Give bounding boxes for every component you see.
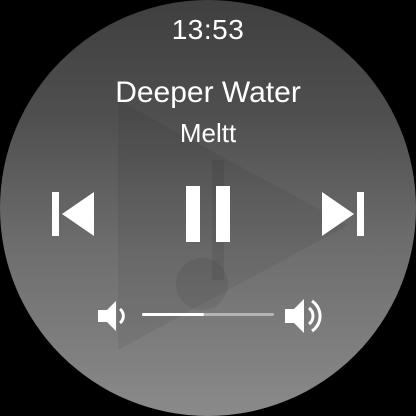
track-artist: Meltt <box>179 118 237 148</box>
volume-down-icon[interactable] <box>94 297 130 335</box>
watch-face: 13:53 Deeper Water Meltt <box>0 0 416 416</box>
pause-button[interactable] <box>180 182 236 246</box>
clock-time: 13:53 <box>171 14 245 45</box>
watch-screen: 13:53 Deeper Water Meltt <box>0 0 416 416</box>
volume-up-icon[interactable] <box>283 294 327 338</box>
skip-next-icon[interactable] <box>318 190 370 240</box>
volume-slider-fill <box>142 313 204 316</box>
pause-icon <box>186 186 200 242</box>
skip-previous-icon[interactable] <box>46 190 98 240</box>
volume-slider[interactable] <box>142 305 274 325</box>
track-title: Deeper Water <box>115 76 301 109</box>
